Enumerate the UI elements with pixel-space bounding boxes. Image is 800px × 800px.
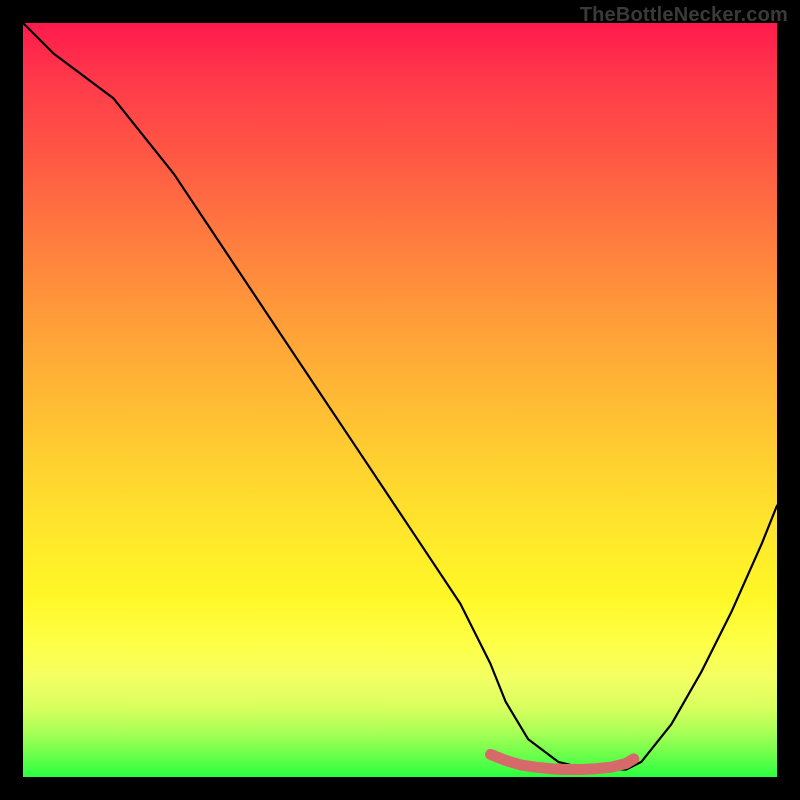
- plot-area: [23, 23, 777, 777]
- bottleneck-curve: [23, 23, 777, 770]
- chart-svg: [23, 23, 777, 777]
- attribution-text: TheBottleNecker.com: [580, 4, 788, 27]
- chart-frame: TheBottleNecker.com: [0, 0, 800, 800]
